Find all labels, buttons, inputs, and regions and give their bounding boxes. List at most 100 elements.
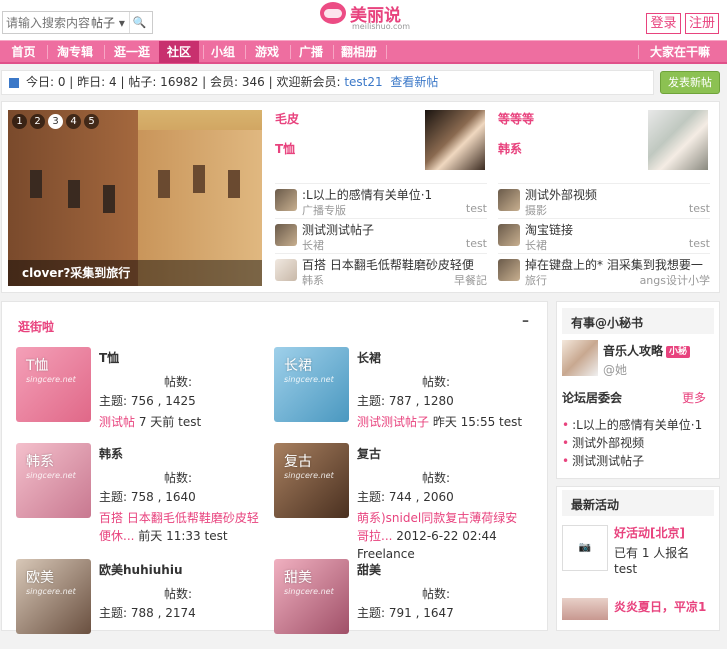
post-category[interactable]: 长裙 [525, 237, 547, 253]
view-new-posts-link[interactable]: 查看新帖 [390, 75, 438, 89]
nav-groups[interactable]: 小组 [205, 41, 241, 63]
new-member-link[interactable]: test21 [344, 75, 382, 89]
last-post-link[interactable]: 测试帖 [99, 415, 135, 429]
forum-image-watermark: singcere.net [26, 471, 76, 480]
post-author[interactable]: angs设计小学 [640, 272, 710, 288]
post-category[interactable]: 广播专版 [302, 202, 346, 218]
post-author[interactable]: test [466, 202, 487, 215]
post-author[interactable]: 早餐記 [454, 272, 487, 288]
nav-divider [104, 45, 105, 59]
post-category[interactable]: 旅行 [525, 272, 547, 288]
slider-dot[interactable]: 1 [12, 114, 27, 129]
nav-community[interactable]: 社区 [159, 41, 199, 63]
post-title[interactable]: :L以上的感情有关单位·1 [302, 186, 487, 203]
post-category[interactable]: 摄影 [525, 202, 547, 218]
recent-post-row[interactable]: 测试测试帖子 长裙 test [275, 218, 487, 252]
featured-thumb-2[interactable] [648, 110, 708, 170]
featured-subtitle-1[interactable]: T恤 [275, 140, 295, 157]
new-post-button[interactable]: 发表新帖 [660, 71, 720, 94]
search-scope-select[interactable]: 帖子 ▾ [91, 14, 129, 31]
forum-card: 韩系 singcere.net 韩系 帖数: 主题: 758 , 1640 百搭… [16, 443, 266, 543]
forum-name[interactable]: 复古 [357, 445, 381, 462]
committee-item[interactable]: 测试外部视频 [562, 434, 644, 451]
nav-taozhuanji[interactable]: 淘专辑 [49, 41, 101, 63]
activity-name-2[interactable]: 炎炎夏日，平凉1 [614, 598, 706, 615]
slider-window [228, 170, 240, 198]
nav-whats-happening[interactable]: 大家在干嘛 [640, 41, 720, 63]
post-category[interactable]: 长裙 [302, 237, 324, 253]
forum-image-watermark: singcere.net [284, 375, 334, 384]
post-title[interactable]: 测试外部视频 [525, 186, 710, 203]
secretary-name-line: 音乐人攻略 小秘 [603, 342, 691, 359]
activity-user[interactable]: test [614, 562, 637, 576]
activity-thumb[interactable] [562, 598, 608, 620]
forum-name[interactable]: 甜美 [357, 561, 381, 578]
nav-albums[interactable]: 翻相册 [335, 41, 383, 63]
forum-image[interactable]: 韩系 singcere.net [16, 443, 91, 518]
nav-broadcast[interactable]: 广播 [293, 41, 329, 63]
slider-caption[interactable]: clover?采集到旅行 [8, 260, 262, 286]
featured-title-2[interactable]: 等等等 [498, 110, 534, 127]
recent-post-row[interactable]: 掉在键盘上的* 泪采集到我想要一 旅行 angs设计小学 [498, 253, 710, 287]
image-slider[interactable]: 1 2 3 4 5 clover?采集到旅行 [8, 110, 262, 286]
post-author[interactable]: test [466, 237, 487, 250]
forum-name[interactable]: 欧美huhiuhiu [99, 561, 183, 578]
recent-post-row[interactable]: 百搭 日本翻毛低帮鞋磨砂皮轻便 韩系 早餐記 [275, 253, 487, 287]
site-logo[interactable]: 美丽说 meilishuo.com [320, 1, 410, 33]
nav-divider [203, 45, 204, 59]
login-button[interactable]: 登录 [646, 13, 681, 34]
forum-image[interactable]: 甜美 singcere.net [274, 559, 349, 634]
forum-name[interactable]: T恤 [99, 349, 119, 366]
committee-more-link[interactable]: 更多 [682, 389, 706, 406]
nav-guang[interactable]: 逛一逛 [106, 41, 158, 63]
forum-card: 甜美 singcere.net 甜美 帖数: 主题: 791 , 1647 [274, 559, 524, 649]
secretary-handle[interactable]: @她 [603, 361, 627, 378]
recent-post-row[interactable]: 测试外部视频 摄影 test [498, 183, 710, 217]
forum-last-post: 测试测试帖子 昨天 15:55 test [357, 413, 522, 430]
secretary-avatar[interactable] [562, 340, 598, 376]
post-title[interactable]: 测试测试帖子 [302, 221, 487, 238]
search-input[interactable] [3, 15, 91, 30]
forum-image[interactable]: 长裙 singcere.net [274, 347, 349, 422]
nav-divider [245, 45, 246, 59]
slider-dot-active[interactable]: 3 [48, 114, 63, 129]
post-title[interactable]: 掉在键盘上的* 泪采集到我想要一 [525, 256, 710, 273]
search-icon[interactable]: 🔍 [129, 12, 149, 33]
featured-subtitle-2[interactable]: 韩系 [498, 140, 522, 157]
forum-name[interactable]: 韩系 [99, 445, 123, 462]
nav-divider [47, 45, 48, 59]
slider-dot[interactable]: 5 [84, 114, 99, 129]
secretary-title: 有事@小秘书 [571, 316, 644, 330]
post-category[interactable]: 韩系 [302, 272, 324, 288]
recent-post-row[interactable]: :L以上的感情有关单位·1 广播专版 test [275, 183, 487, 217]
secretary-badge: 小秘 [666, 345, 691, 358]
avatar [498, 189, 520, 211]
featured-title-1[interactable]: 毛皮 [275, 110, 299, 127]
slider-dot[interactable]: 4 [66, 114, 81, 129]
post-author[interactable]: test [689, 237, 710, 250]
post-title[interactable]: 淘宝链接 [525, 221, 710, 238]
nav-divider [638, 45, 639, 59]
forum-posts-label: 帖数: [164, 375, 193, 389]
nav-games[interactable]: 游戏 [247, 41, 287, 63]
forum-image[interactable]: 复古 singcere.net [274, 443, 349, 518]
slider-pagination: 1 2 3 4 5 [12, 114, 99, 129]
secretary-name[interactable]: 音乐人攻略 [603, 344, 663, 358]
forum-image[interactable]: T恤 singcere.net [16, 347, 91, 422]
post-title[interactable]: 百搭 日本翻毛低帮鞋磨砂皮轻便 [302, 256, 487, 273]
camera-icon[interactable]: 📷 [562, 525, 608, 571]
forum-image[interactable]: 欧美 singcere.net [16, 559, 91, 634]
committee-item[interactable]: :L以上的感情有关单位·1 [562, 416, 702, 433]
register-button[interactable]: 注册 [685, 13, 719, 34]
forum-image-label: 欧美 [26, 570, 54, 586]
collapse-button[interactable]: – [522, 313, 529, 329]
committee-item[interactable]: 测试测试帖子 [562, 452, 644, 469]
activity-name[interactable]: 好活动[北京] [614, 524, 685, 541]
slider-dot[interactable]: 2 [30, 114, 45, 129]
recent-post-row[interactable]: 淘宝链接 长裙 test [498, 218, 710, 252]
nav-home[interactable]: 首页 [2, 41, 45, 63]
forum-name[interactable]: 长裙 [357, 349, 381, 366]
post-author[interactable]: test [689, 202, 710, 215]
featured-thumb-1[interactable] [425, 110, 485, 170]
last-post-link[interactable]: 测试测试帖子 [357, 415, 429, 429]
